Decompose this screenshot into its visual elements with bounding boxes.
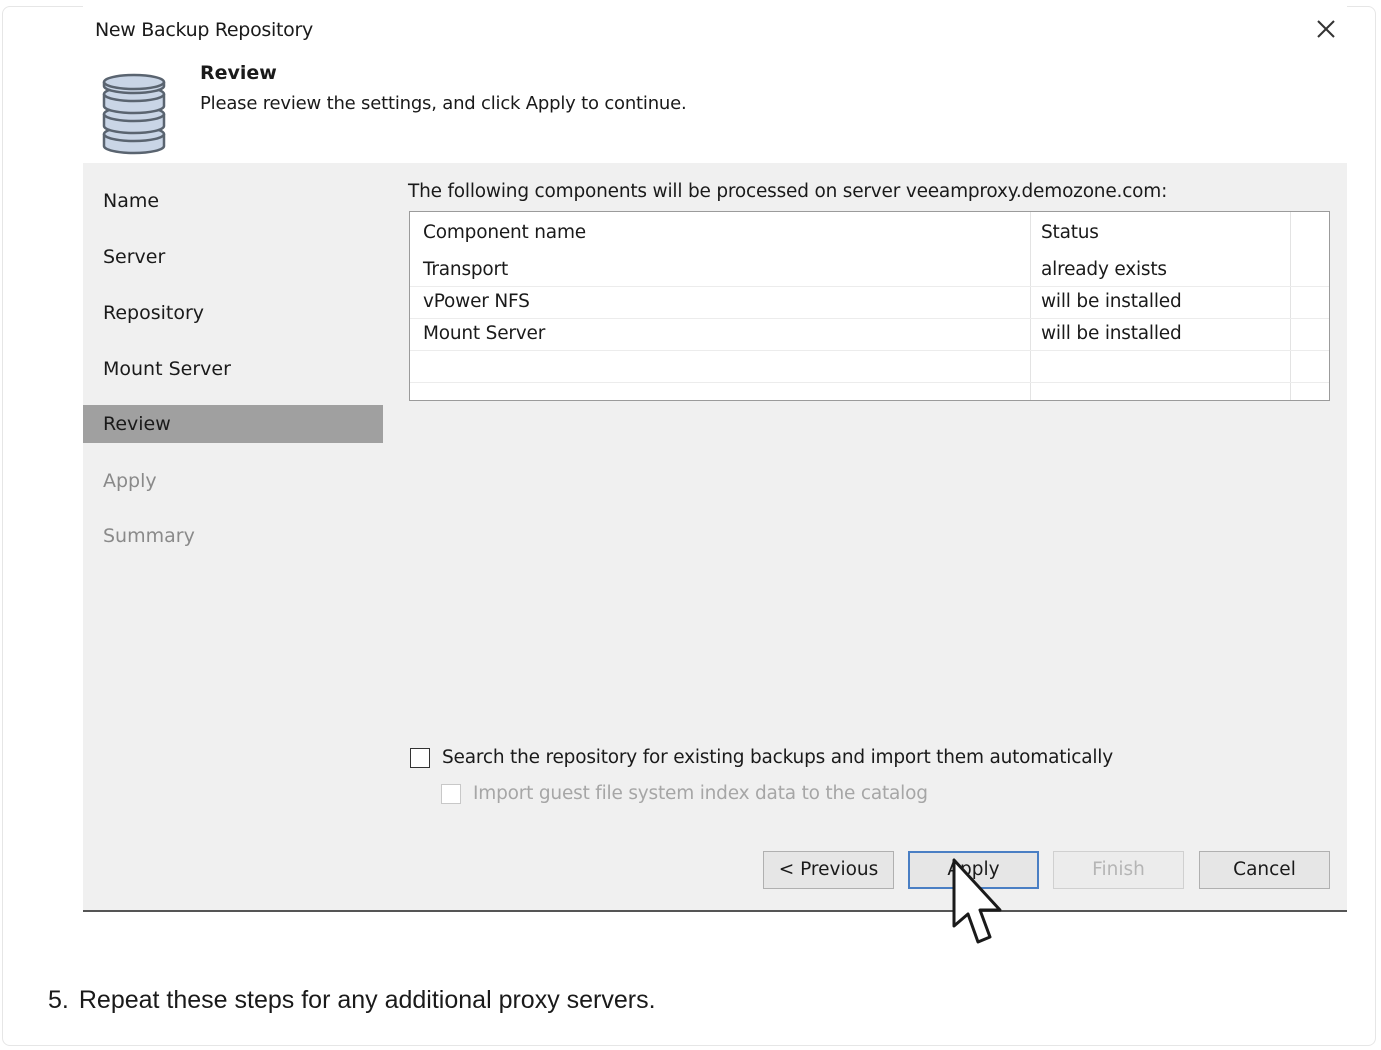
sidebar-item-mount-server[interactable]: Mount Server	[83, 350, 383, 388]
instruction-step: 5. Repeat these steps for any additional …	[48, 986, 656, 1015]
step-text: Repeat these steps for any additional pr…	[78, 986, 656, 1014]
table-row-status: already exists	[1041, 259, 1167, 280]
close-button[interactable]	[1311, 14, 1341, 44]
wizard-steps-sidebar: Name Server Repository Mount Server Revi…	[83, 163, 383, 830]
apply-button[interactable]: Apply	[908, 851, 1039, 889]
database-icon	[102, 73, 166, 155]
new-backup-repository-dialog: New Backup Repository Review Please revi…	[83, 0, 1347, 912]
table-row-component[interactable]: Mount Server	[423, 323, 545, 344]
step-number: 5.	[48, 986, 69, 1014]
table-row-component[interactable]: Transport	[423, 259, 508, 280]
import-index-checkbox	[441, 783, 461, 804]
import-index-option: Import guest file system index data to t…	[441, 783, 928, 804]
sidebar-item-name[interactable]: Name	[83, 182, 383, 220]
search-backups-label[interactable]: Search the repository for existing backu…	[442, 747, 1113, 768]
dialog-title: New Backup Repository	[95, 19, 313, 41]
wizard-body: Name Server Repository Mount Server Revi…	[83, 163, 1347, 830]
row-divider	[410, 382, 1329, 383]
previous-button[interactable]: < Previous	[763, 851, 894, 889]
finish-button: Finish	[1053, 851, 1184, 889]
table-row-status: will be installed	[1041, 291, 1182, 312]
wizard-footer: < Previous Apply Finish Cancel	[83, 830, 1347, 912]
import-index-label: Import guest file system index data to t…	[473, 783, 928, 804]
page: New Backup Repository Review Please revi…	[0, 0, 1381, 1050]
sidebar-item-review[interactable]: Review	[83, 405, 383, 443]
row-divider	[410, 286, 1329, 287]
column-header-component-name[interactable]: Component name	[423, 222, 586, 243]
components-table[interactable]: Component name Status Transport already …	[409, 211, 1330, 401]
sidebar-item-apply: Apply	[103, 470, 157, 492]
column-divider	[1290, 212, 1291, 400]
sidebar-item-repository[interactable]: Repository	[83, 294, 383, 332]
column-header-status[interactable]: Status	[1041, 222, 1099, 243]
search-backups-checkbox[interactable]	[410, 747, 430, 768]
step-subtitle: Please review the settings, and click Ap…	[200, 93, 687, 114]
sidebar-item-summary: Summary	[103, 525, 195, 547]
search-backups-option[interactable]: Search the repository for existing backu…	[410, 747, 1113, 768]
cancel-button[interactable]: Cancel	[1199, 851, 1330, 889]
components-intro-text: The following components will be process…	[408, 181, 1168, 202]
review-panel: The following components will be process…	[388, 163, 1347, 830]
sidebar-item-server[interactable]: Server	[83, 238, 383, 276]
table-row-status: will be installed	[1041, 323, 1182, 344]
row-divider	[410, 318, 1329, 319]
close-icon	[1317, 20, 1335, 38]
column-divider	[1030, 212, 1031, 400]
table-row-component[interactable]: vPower NFS	[423, 291, 530, 312]
step-title: Review	[200, 62, 277, 84]
row-divider	[410, 350, 1329, 351]
